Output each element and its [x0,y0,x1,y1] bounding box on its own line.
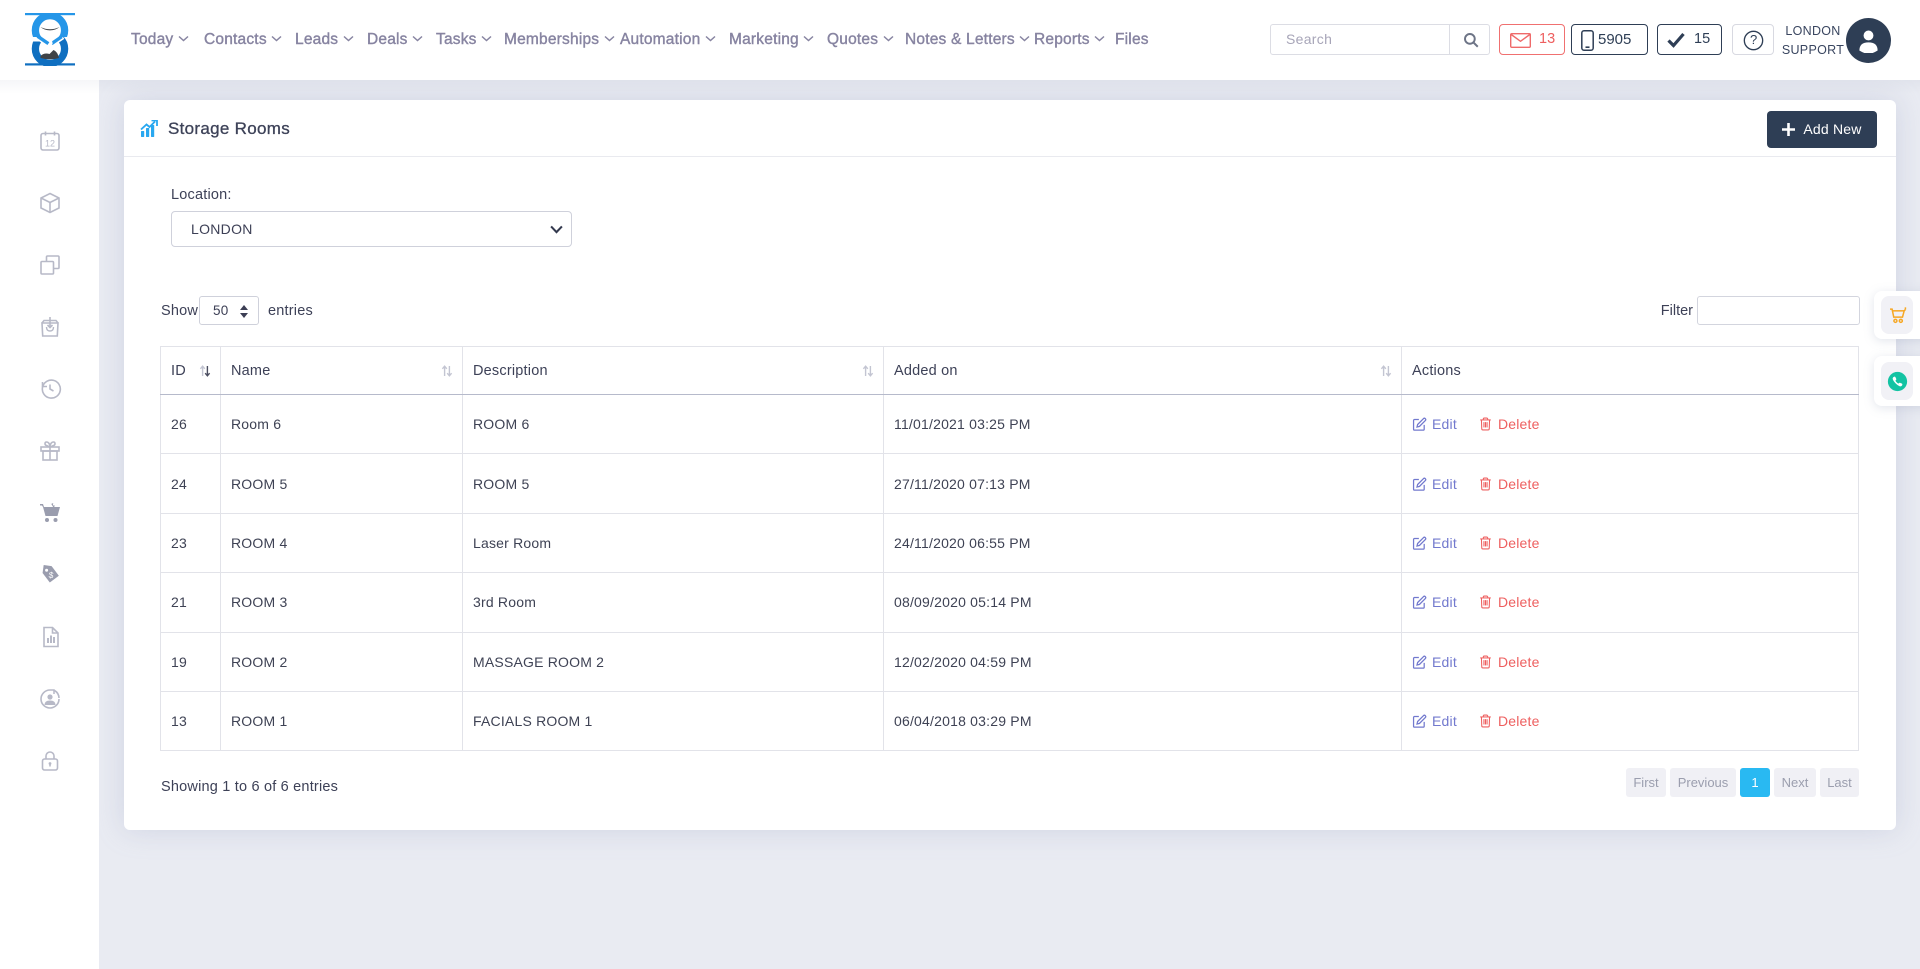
svg-text:12: 12 [45,139,55,149]
